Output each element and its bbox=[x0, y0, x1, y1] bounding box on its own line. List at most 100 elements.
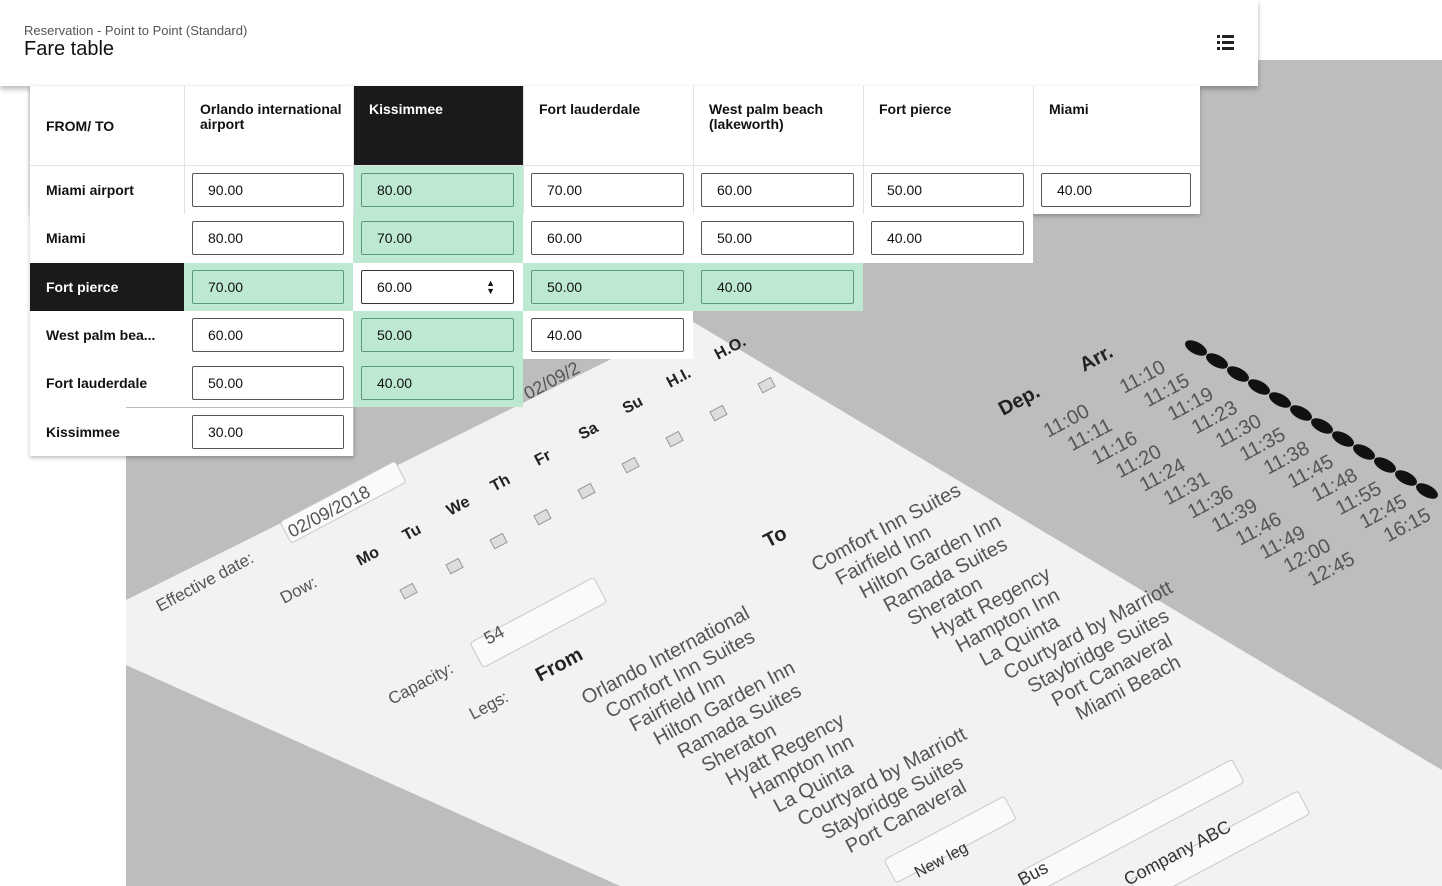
fare-input[interactable]: 40.00 bbox=[531, 317, 684, 352]
fare-cell: 50.00 bbox=[693, 214, 863, 263]
fare-value: 50.00 bbox=[887, 182, 923, 198]
row-label: Kissimmee bbox=[30, 407, 184, 456]
fare-value: 60.00 bbox=[547, 230, 583, 247]
fare-input-focused[interactable]: 60.00 ▲ ▼ bbox=[361, 269, 514, 304]
fare-cell: 80.00 bbox=[353, 166, 523, 215]
fare-value: 40.00 bbox=[1057, 182, 1093, 198]
fare-cell: 40.00 bbox=[523, 310, 693, 360]
fare-input[interactable]: 50.00 bbox=[531, 269, 684, 304]
row-label: Fort lauderdale bbox=[30, 359, 184, 408]
fare-input[interactable]: 80.00 bbox=[192, 221, 344, 256]
grid-line bbox=[863, 86, 864, 215]
fare-input[interactable]: 60.00 bbox=[701, 173, 854, 207]
row-label: West palm bea... bbox=[30, 310, 184, 360]
page-title: Fare table bbox=[24, 38, 115, 60]
fare-cell: 80.00 bbox=[184, 214, 353, 263]
fare-cell: 50.00 bbox=[353, 310, 523, 360]
fare-input[interactable]: 40.00 bbox=[1041, 173, 1191, 207]
grid-line bbox=[353, 86, 354, 215]
fare-input[interactable]: 40.00 bbox=[871, 221, 1024, 256]
remove-leg-icon bbox=[1248, 379, 1270, 395]
fare-cell: 60.00 ▲ ▼ bbox=[353, 262, 523, 311]
grid-line bbox=[523, 86, 524, 215]
fare-value: 40.00 bbox=[547, 326, 583, 343]
fare-cell: 30.00 bbox=[184, 407, 353, 456]
fare-cell: 90.00 bbox=[184, 166, 353, 215]
fare-input[interactable]: 40.00 bbox=[701, 269, 854, 304]
remove-leg-icon bbox=[1269, 392, 1291, 408]
fare-input[interactable]: 50.00 bbox=[871, 173, 1024, 207]
column-header: Kissimmee bbox=[353, 86, 523, 166]
column-header: West palm beach (lakeworth) bbox=[693, 86, 863, 166]
fare-value: 70.00 bbox=[377, 230, 413, 247]
fare-value: 50.00 bbox=[547, 278, 583, 295]
fare-value: 50.00 bbox=[377, 326, 413, 343]
dep-label: Dep. bbox=[995, 381, 1044, 421]
fare-cell: 60.00 bbox=[184, 310, 353, 360]
fare-cell: 60.00 bbox=[693, 166, 863, 215]
remove-leg-icon bbox=[1185, 340, 1207, 356]
fare-cell: 50.00 bbox=[863, 166, 1033, 215]
fare-input[interactable]: 40.00 bbox=[361, 366, 514, 401]
fare-value: 80.00 bbox=[377, 182, 413, 198]
breadcrumb: Reservation - Point to Point (Standard) bbox=[24, 23, 248, 38]
spinner-icon[interactable]: ▲ ▼ bbox=[486, 278, 495, 295]
fare-value: 30.00 bbox=[208, 423, 244, 440]
fare-cell: 70.00 bbox=[184, 262, 353, 311]
list-icon[interactable] bbox=[1213, 30, 1239, 56]
fare-value: 60.00 bbox=[377, 278, 413, 295]
fare-cell: 70.00 bbox=[353, 214, 523, 263]
grid-line bbox=[693, 86, 694, 215]
fare-cell: 60.00 bbox=[523, 214, 693, 263]
fare-value: 50.00 bbox=[717, 230, 753, 247]
remove-leg-icon bbox=[1332, 431, 1354, 447]
fare-input[interactable]: 70.00 bbox=[361, 221, 514, 256]
remove-leg-icon bbox=[1395, 470, 1417, 486]
header-corner: FROM/ TO bbox=[30, 86, 184, 166]
column-header: Fort pierce bbox=[863, 86, 1033, 166]
column-header: Orlando international airport bbox=[184, 86, 353, 166]
fare-input[interactable]: 50.00 bbox=[192, 366, 344, 401]
fare-input[interactable]: 90.00 bbox=[192, 173, 344, 207]
remove-leg-icon bbox=[1311, 418, 1333, 434]
remove-leg-icon bbox=[1416, 483, 1438, 499]
remove-leg-icon bbox=[1227, 366, 1249, 382]
fare-input[interactable]: 50.00 bbox=[701, 221, 854, 256]
fare-value: 40.00 bbox=[377, 375, 413, 392]
fare-value: 80.00 bbox=[208, 230, 244, 247]
row-label: Fort pierce bbox=[30, 262, 184, 311]
fare-cell: 70.00 bbox=[523, 166, 693, 215]
row-label: Miami airport bbox=[30, 166, 184, 215]
fare-value: 40.00 bbox=[887, 230, 923, 247]
grid-line bbox=[184, 86, 185, 215]
fare-cell: 50.00 bbox=[184, 359, 353, 408]
fare-cell: 40.00 bbox=[1033, 166, 1200, 215]
fare-value: 40.00 bbox=[717, 278, 753, 295]
fare-cell: 40.00 bbox=[693, 262, 863, 311]
fare-input[interactable]: 70.00 bbox=[531, 173, 684, 207]
fare-input[interactable]: 70.00 bbox=[192, 269, 344, 304]
column-header: Miami bbox=[1033, 86, 1200, 166]
fare-input[interactable]: 50.00 bbox=[361, 317, 514, 352]
page-header: Reservation - Point to Point (Standard) … bbox=[0, 0, 1258, 86]
fare-input[interactable]: 60.00 bbox=[192, 317, 344, 352]
fare-cell: 40.00 bbox=[863, 214, 1033, 263]
fare-value: 60.00 bbox=[717, 182, 753, 198]
fare-input[interactable]: 30.00 bbox=[192, 414, 344, 449]
fare-input[interactable]: 80.00 bbox=[361, 173, 514, 207]
fare-cell: 50.00 bbox=[523, 262, 693, 311]
remove-leg-icon bbox=[1290, 405, 1312, 421]
row-label: Miami bbox=[30, 214, 184, 263]
fare-value: 90.00 bbox=[208, 182, 244, 198]
remove-leg-icon bbox=[1374, 457, 1396, 473]
grid-line bbox=[30, 165, 1200, 166]
fare-value: 70.00 bbox=[208, 278, 244, 295]
fare-value: 70.00 bbox=[547, 182, 583, 198]
fare-value: 60.00 bbox=[208, 326, 244, 343]
fare-input[interactable]: 60.00 bbox=[531, 221, 684, 256]
arr-label: Arr. bbox=[1076, 341, 1117, 377]
remove-leg-icon bbox=[1353, 444, 1375, 460]
column-header: Fort lauderdale bbox=[523, 86, 693, 166]
grid-line bbox=[1033, 86, 1034, 215]
remove-leg-icon bbox=[1206, 353, 1228, 369]
